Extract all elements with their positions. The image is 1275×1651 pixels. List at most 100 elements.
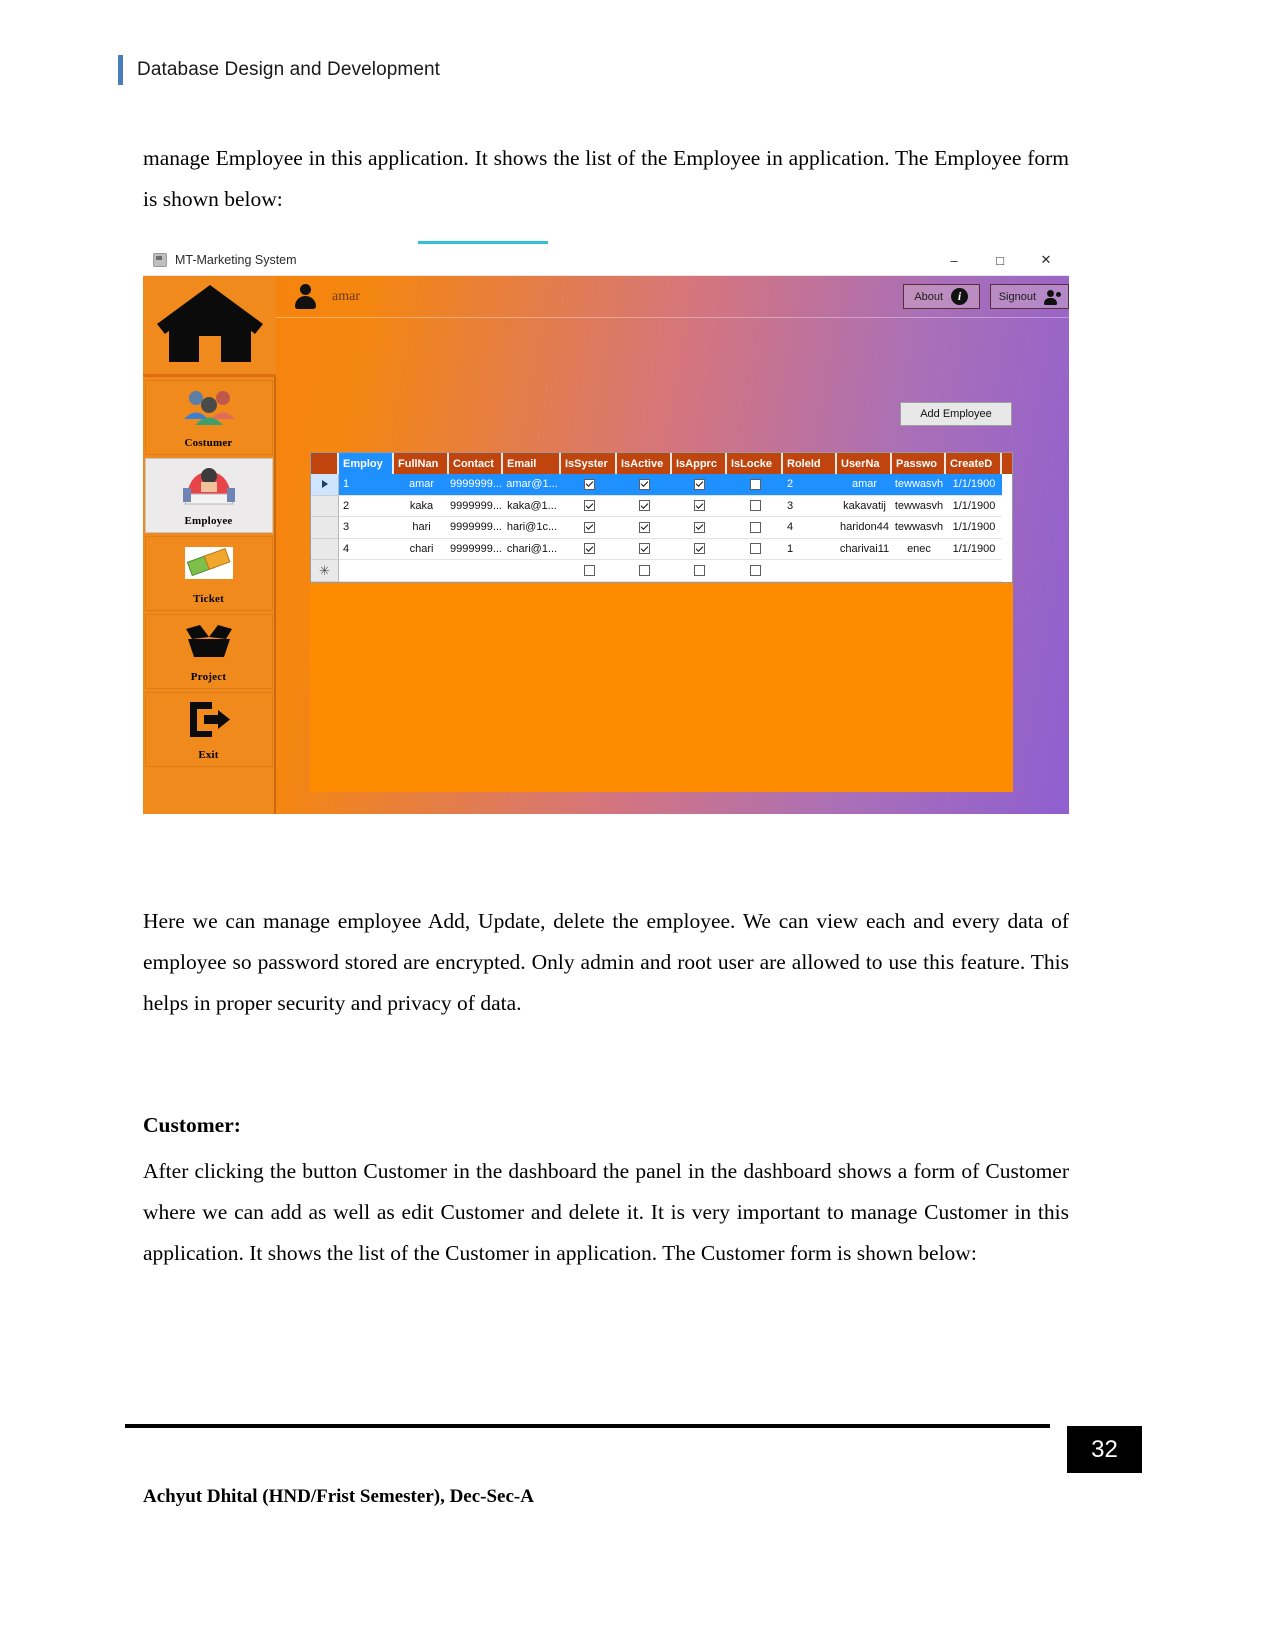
cell-isactive[interactable]: [617, 539, 672, 560]
cell-isapproved[interactable]: [672, 474, 727, 496]
cell-issystem[interactable]: [561, 474, 617, 496]
checkbox-issystem[interactable]: [583, 500, 595, 512]
table-row[interactable]: 4 chari 9999999... chari@1... 1 charivai…: [311, 538, 1012, 560]
sidebar-label-exit: Exit: [198, 749, 219, 761]
signout-button[interactable]: Signout: [989, 284, 1069, 309]
header-accent-bar: [118, 55, 123, 85]
about-button[interactable]: About i: [902, 284, 980, 309]
checkbox-isactive[interactable]: [639, 478, 650, 490]
cell-islocked[interactable]: [727, 517, 783, 539]
grid-col-contact[interactable]: Contact: [449, 453, 503, 474]
sidebar-item-project[interactable]: Project: [144, 614, 273, 689]
table-row[interactable]: 2 kaka 9999999... kaka@1... 3 kakavatij …: [311, 495, 1012, 517]
cell-islocked[interactable]: [727, 474, 783, 496]
checkbox-isactive[interactable]: [639, 500, 650, 512]
cell-isactive[interactable]: [617, 474, 672, 496]
footer-author: Achyut Dhital (HND/Frist Semester), Dec-…: [143, 1486, 534, 1507]
row-indicator[interactable]: [311, 495, 339, 517]
window-controls: – □ ✕: [931, 245, 1069, 275]
cell-isapproved[interactable]: [672, 539, 727, 560]
cell-issystem[interactable]: [561, 560, 617, 582]
cell-contact: 9999999...: [449, 539, 503, 560]
checkbox-islocked[interactable]: [749, 521, 761, 533]
add-employee-button[interactable]: Add Employee: [900, 402, 1012, 426]
grid-col-islocked[interactable]: IsLocke: [727, 453, 783, 474]
table-row[interactable]: 3 hari 9999999... hari@1c... 4 haridon44…: [311, 517, 1012, 539]
grid-col-employeeid[interactable]: Employ: [339, 453, 394, 474]
checkbox-isapproved[interactable]: [694, 564, 705, 576]
grid-col-isapproved[interactable]: IsApprc: [672, 453, 727, 474]
cell-isapproved[interactable]: [672, 496, 727, 517]
cell-issystem[interactable]: [561, 517, 617, 539]
cell-isapproved[interactable]: [672, 517, 727, 539]
grid-col-createddate[interactable]: CreateD: [946, 453, 1002, 474]
checkbox-isapproved[interactable]: [694, 500, 705, 512]
cell-contact: [449, 560, 503, 582]
checkbox-islocked[interactable]: [749, 500, 761, 512]
cell-contact: 9999999...: [449, 517, 503, 539]
cell-isactive[interactable]: [617, 517, 672, 539]
minimize-button[interactable]: –: [931, 245, 977, 275]
checkbox-islocked[interactable]: [749, 564, 761, 576]
cell-createddate: [946, 560, 1002, 582]
grid-col-isactive[interactable]: IsActive: [617, 453, 672, 474]
sidebar-item-exit[interactable]: Exit: [144, 692, 273, 767]
checkbox-issystem[interactable]: [583, 564, 595, 576]
row-indicator[interactable]: [311, 517, 339, 539]
cell-issystem[interactable]: [561, 539, 617, 560]
cell-isactive[interactable]: [617, 560, 672, 582]
cell-islocked[interactable]: [727, 539, 783, 560]
sidebar-item-home[interactable]: [143, 276, 276, 377]
sidebar-item-costumer[interactable]: Costumer: [144, 380, 273, 455]
cell-islocked[interactable]: [727, 560, 783, 582]
grid-col-password[interactable]: Passwo: [892, 453, 946, 474]
checkbox-isapproved[interactable]: [694, 478, 705, 490]
grid-col-email[interactable]: Email: [503, 453, 561, 474]
employee-data-grid[interactable]: Employ FullNan Contact Email IsSyster Is…: [310, 452, 1013, 583]
cell-password: enec: [892, 539, 946, 560]
cell-employeeid: 4: [339, 539, 394, 560]
grid-header-row: Employ FullNan Contact Email IsSyster Is…: [311, 453, 1012, 474]
figure-top-accent: [418, 241, 548, 244]
row-indicator[interactable]: [311, 538, 339, 560]
cell-islocked[interactable]: [727, 496, 783, 517]
row-indicator[interactable]: [311, 474, 339, 496]
cell-roleid: 4: [783, 517, 837, 539]
logged-in-username: amar: [332, 288, 360, 304]
checkbox-isactive[interactable]: [639, 543, 650, 555]
checkbox-isapproved[interactable]: [694, 521, 705, 533]
grid-corner-cell[interactable]: [311, 453, 339, 474]
checkbox-isactive[interactable]: [639, 521, 650, 533]
cell-email: amar@1...: [503, 474, 561, 496]
table-row[interactable]: 1 amar 9999999... amar@1... 2 amar tewwa…: [311, 474, 1012, 496]
cell-employeeid: 2: [339, 496, 394, 517]
sidebar-label-project: Project: [190, 671, 227, 683]
grid-col-username[interactable]: UserNa: [837, 453, 892, 474]
paragraph-after-figure: Here we can manage employee Add, Update,…: [143, 909, 1069, 1015]
cell-password: [892, 560, 946, 582]
cell-isapproved[interactable]: [672, 560, 727, 582]
grid-col-roleid[interactable]: RoleId: [783, 453, 837, 474]
sidebar-item-ticket[interactable]: Ticket: [144, 536, 273, 611]
new-row-indicator[interactable]: ✳: [311, 560, 339, 582]
cell-username: amar: [837, 474, 892, 496]
checkbox-islocked[interactable]: [749, 478, 761, 490]
signout-label: Signout: [998, 290, 1036, 303]
maximize-button[interactable]: □: [977, 245, 1023, 275]
employee-icon: [182, 463, 235, 507]
paragraph-intro: manage Employee in this application. It …: [143, 146, 1069, 211]
grid-col-fullname[interactable]: FullNan: [394, 453, 449, 474]
cell-issystem[interactable]: [561, 496, 617, 517]
cell-username: kakavatij: [837, 496, 892, 517]
grid-col-issystem[interactable]: IsSyster: [561, 453, 617, 474]
close-button[interactable]: ✕: [1023, 245, 1069, 275]
checkbox-issystem[interactable]: [583, 543, 595, 555]
sidebar-item-employee[interactable]: Employee: [144, 458, 273, 533]
checkbox-issystem[interactable]: [583, 521, 595, 533]
checkbox-isactive[interactable]: [639, 564, 650, 576]
checkbox-isapproved[interactable]: [694, 543, 705, 555]
table-row-new[interactable]: ✳: [311, 560, 1012, 582]
checkbox-islocked[interactable]: [749, 543, 761, 555]
cell-isactive[interactable]: [617, 496, 672, 517]
checkbox-issystem[interactable]: [583, 478, 595, 490]
